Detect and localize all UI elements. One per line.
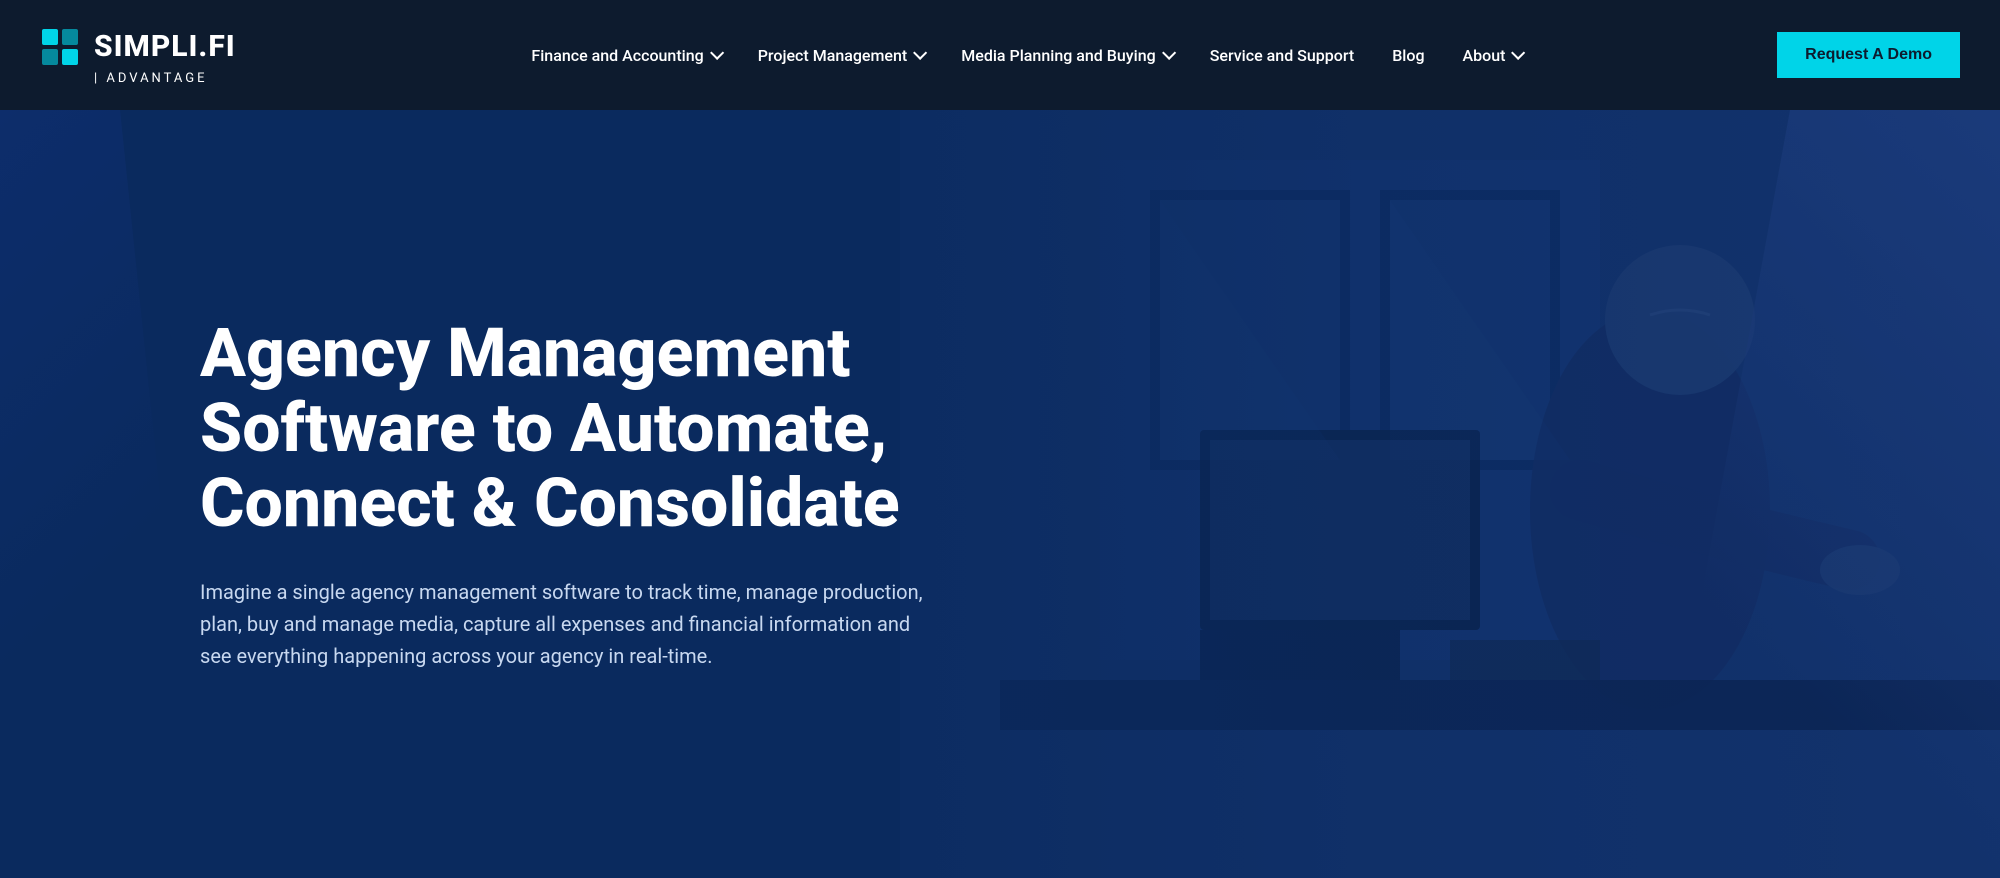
logo-area[interactable]: SIMPLI.FI | ADVANTAGE — [40, 25, 236, 86]
logo-main: SIMPLI.FI — [40, 25, 236, 69]
nav-item-project[interactable]: Project Management — [742, 38, 940, 73]
nav-item-finance[interactable]: Finance and Accounting — [515, 38, 735, 73]
request-demo-button[interactable]: Request A Demo — [1777, 32, 1960, 78]
hero-subtext: Imagine a single agency management softw… — [200, 576, 940, 672]
hero-content: Agency Management Software to Automate, … — [200, 316, 1100, 672]
nav-links: Finance and Accounting Project Managemen… — [296, 38, 1757, 73]
logo-text: SIMPLI.FI — [94, 29, 236, 64]
nav-item-service[interactable]: Service and Support — [1194, 38, 1371, 73]
logo-icon — [40, 25, 84, 69]
logo-sub: | ADVANTAGE — [94, 71, 208, 86]
hero-heading: Agency Management Software to Automate, … — [200, 316, 1100, 540]
nav-item-blog[interactable]: Blog — [1376, 38, 1440, 73]
nav-item-media[interactable]: Media Planning and Buying — [945, 38, 1187, 73]
navbar: SIMPLI.FI | ADVANTAGE Finance and Accoun… — [0, 0, 2000, 110]
chevron-down-icon — [1511, 46, 1525, 60]
nav-item-about[interactable]: About — [1447, 38, 1538, 73]
chevron-down-icon — [1162, 46, 1176, 60]
chevron-down-icon — [710, 46, 724, 60]
hero-section: Agency Management Software to Automate, … — [0, 110, 2000, 878]
chevron-down-icon — [913, 46, 927, 60]
